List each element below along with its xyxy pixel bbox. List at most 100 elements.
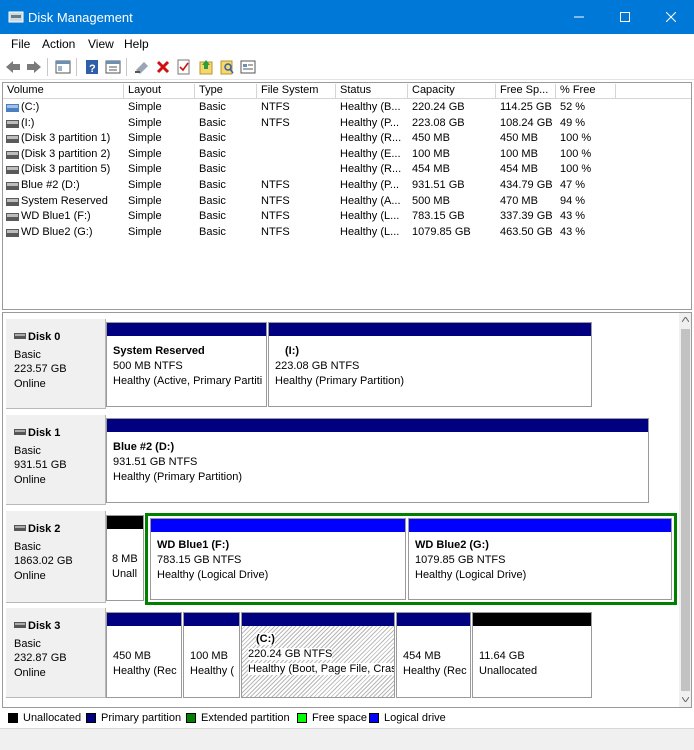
primary-partition-bar	[397, 613, 470, 626]
partition-size: 223.08 GB NTFS	[275, 360, 360, 372]
volume-icon	[6, 119, 19, 128]
column-layout[interactable]: Layout	[124, 84, 195, 99]
volume-cell-layout: Simple	[128, 163, 162, 176]
disk-label[interactable]: Disk 2 Basic 1863.02 GB Online	[6, 511, 106, 603]
partition-unallocated-8mb[interactable]: 8 MB Unall	[106, 515, 144, 601]
legend-swatch	[297, 713, 307, 723]
volume-cell-free: 108.24 GB	[500, 116, 553, 129]
maximize-button[interactable]	[602, 0, 648, 34]
volume-cell-pct: 52 %	[560, 101, 586, 113]
column-free-space[interactable]: Free Sp...	[496, 84, 556, 99]
disk-size: 232.87 GB	[14, 652, 67, 664]
volume-row[interactable]: (C:) Simple Basic NTFS Healthy (B... 220.24 G…	[3, 101, 691, 117]
volume-row[interactable]: Blue #2 (D:) Simple Basic NTFS Healthy (P...…	[3, 179, 691, 195]
partition-c-drive-selected[interactable]: (C:) 220.24 GB NTFS Healthy (Boot, Page …	[241, 612, 395, 698]
search-icon	[220, 60, 234, 75]
column-type[interactable]: Type	[195, 84, 257, 99]
volume-cell-free: 463.50 GB	[500, 225, 553, 238]
disk-label[interactable]: Disk 1 Basic 931.51 GB Online	[6, 415, 106, 505]
scroll-down-icon[interactable]	[682, 697, 689, 702]
volume-row[interactable]: (Disk 3 partition 2) Simple Basic Healthy (…	[3, 147, 691, 164]
vertical-scrollbar[interactable]	[679, 313, 691, 707]
column-file-system[interactable]: File System	[257, 84, 336, 99]
extended-partition[interactable]: WD Blue1 (F:) 783.15 GB NTFS Healthy (Lo…	[145, 513, 677, 605]
disk-label[interactable]: Disk 0 Basic 223.57 GB Online	[6, 319, 106, 409]
partition-wd-blue2-g[interactable]: WD Blue2 (G:) 1079.85 GB NTFS Healthy (L…	[408, 518, 672, 600]
menu-action[interactable]: Action	[42, 37, 75, 51]
volume-cell-name: (Disk 3 partition 1)	[21, 132, 111, 145]
volume-icon	[6, 135, 19, 144]
volume-row[interactable]: System Reserved Simple Basic NTFS Healthy (A…	[3, 194, 691, 211]
legend-unallocated: Unallocated	[8, 712, 81, 724]
partition-i-drive[interactable]: (I:) 223.08 GB NTFS Healthy (Primary Par…	[268, 322, 592, 407]
partition-title: (I:)	[285, 345, 300, 357]
volume-row[interactable]: WD Blue2 (G:) Simple Basic NTFS Healthy (L..…	[3, 225, 691, 242]
open-button[interactable]	[197, 58, 215, 76]
volume-row[interactable]: WD Blue1 (F:) Simple Basic NTFS Healthy (L..…	[3, 210, 691, 226]
volume-cell-type: Basic	[199, 225, 226, 238]
check-button[interactable]	[175, 58, 193, 76]
volume-cell-layout: Simple	[128, 132, 162, 145]
close-button[interactable]	[648, 0, 694, 34]
disk-type: Basic	[14, 445, 41, 457]
volume-cell-pct: 49 %	[560, 116, 586, 129]
volume-cell-status: Healthy (R...	[340, 163, 402, 176]
disk-management-icon	[8, 11, 24, 23]
volume-cell-layout: Simple	[128, 101, 162, 113]
connect-button[interactable]	[133, 58, 151, 76]
back-button[interactable]	[4, 58, 22, 76]
menu-file[interactable]: File	[11, 37, 30, 51]
minimize-button[interactable]	[556, 0, 602, 34]
scrollbar-thumb[interactable]	[681, 329, 690, 691]
forward-button[interactable]	[25, 58, 43, 76]
column-percent-free[interactable]: % Free	[556, 84, 616, 99]
delete-button[interactable]	[154, 58, 172, 76]
legend-label: Logical drive	[384, 712, 446, 724]
volume-row[interactable]: (I:) Simple Basic NTFS Healthy (P... 223.08 G…	[3, 116, 691, 133]
volume-list[interactable]: Volume Layout Type File System Status Ca…	[2, 82, 692, 310]
volume-cell-status: Healthy (E...	[340, 147, 401, 160]
partition-disk3-partition5[interactable]: 454 MB Healthy (Rec	[396, 612, 471, 698]
volume-cell-type: Basic	[199, 101, 226, 113]
volume-cell-pct: 43 %	[560, 225, 586, 238]
partition-disk3-partition2[interactable]: 100 MB Healthy (	[183, 612, 240, 698]
partition-wd-blue1-f[interactable]: WD Blue1 (F:) 783.15 GB NTFS Healthy (Lo…	[150, 518, 406, 600]
properties-icon	[55, 60, 71, 74]
volume-row[interactable]: (Disk 3 partition 1) Simple Basic Healthy (…	[3, 132, 691, 148]
partition-size: 100 MB	[190, 650, 228, 662]
partition-size: 454 MB	[403, 650, 441, 662]
search-button[interactable]	[218, 58, 236, 76]
volume-cell-free: 100 MB	[500, 147, 538, 160]
partition-system-reserved[interactable]: System Reserved 500 MB NTFS Healthy (Act…	[106, 322, 267, 407]
menu-help[interactable]: Help	[124, 37, 149, 51]
partition-disk3-partition1[interactable]: 450 MB Healthy (Rec	[106, 612, 182, 698]
partition-title: WD Blue1 (F:)	[157, 539, 230, 551]
scroll-up-icon[interactable]	[682, 317, 689, 322]
logical-drive-bar	[151, 519, 405, 532]
disk-state: Online	[14, 667, 46, 679]
volume-cell-capacity: 220.24 GB	[412, 101, 465, 113]
volume-cell-type: Basic	[199, 147, 226, 160]
disk-name: Disk 2	[28, 523, 61, 535]
partition-blue-2-d[interactable]: Blue #2 (D:) 931.51 GB NTFS Healthy (Pri…	[106, 418, 649, 503]
console-button[interactable]	[104, 58, 122, 76]
logical-drive-bar	[409, 519, 671, 532]
unallocated-bar	[107, 516, 143, 529]
properties-button[interactable]	[54, 58, 72, 76]
volume-row[interactable]: (Disk 3 partition 5) Simple Basic Healthy (…	[3, 163, 691, 179]
partition-title: (C:)	[256, 633, 275, 645]
column-volume[interactable]: Volume	[3, 84, 124, 99]
help-button[interactable]: ?	[83, 58, 101, 76]
disk-type: Basic	[14, 638, 41, 650]
column-capacity[interactable]: Capacity	[408, 84, 496, 99]
volume-cell-layout: Simple	[128, 194, 162, 207]
legend-primary-partition: Primary partition	[86, 712, 181, 724]
column-status[interactable]: Status	[336, 84, 408, 99]
disk-graphical-view[interactable]: Disk 0 Basic 223.57 GB Online System Res…	[2, 312, 692, 708]
disk-type: Basic	[14, 541, 41, 553]
partition-unallocated-11gb[interactable]: 11.64 GB Unallocated	[472, 612, 592, 698]
back-icon	[6, 61, 20, 73]
menu-view[interactable]: View	[88, 37, 114, 51]
settings-button[interactable]	[239, 58, 257, 76]
disk-label[interactable]: Disk 3 Basic 232.87 GB Online	[6, 608, 106, 698]
